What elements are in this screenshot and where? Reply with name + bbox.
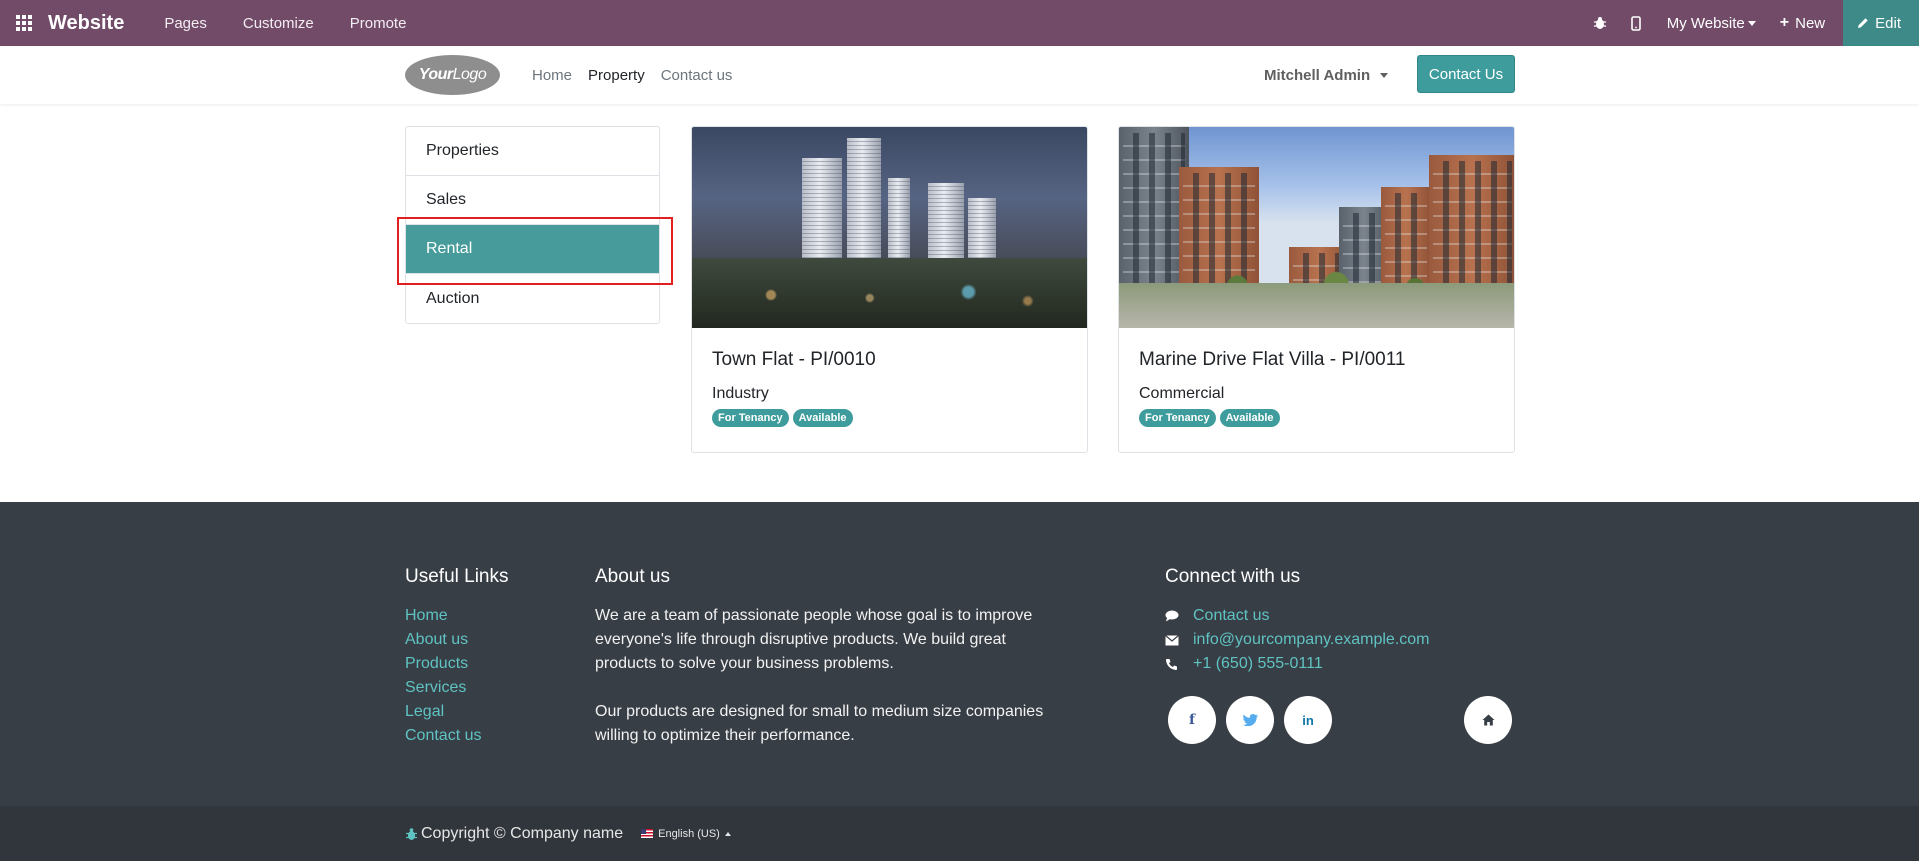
connect-section: Connect with us Contact us info@yourcomp… bbox=[1165, 566, 1515, 744]
about-paragraph-1: We are a team of passionate people whose… bbox=[595, 607, 1033, 672]
property-card[interactable]: Town Flat - PI/0010 Industry For Tenancy… bbox=[691, 126, 1088, 453]
logo-text-light: Logo bbox=[452, 66, 487, 83]
edit-label: Edit bbox=[1875, 14, 1901, 32]
footer-phone-link[interactable]: +1 (650) 555-0111 bbox=[1193, 652, 1323, 676]
chevron-up-icon bbox=[724, 831, 731, 836]
nav-property[interactable]: Property bbox=[588, 67, 645, 84]
property-category-list: Properties Sales Rental Auction bbox=[405, 126, 660, 324]
category-sales[interactable]: Sales bbox=[406, 176, 659, 225]
category-properties[interactable]: Properties bbox=[406, 127, 659, 176]
badge-status: Available bbox=[1219, 409, 1280, 427]
facebook-icon[interactable]: f bbox=[1168, 696, 1216, 744]
user-name: Mitchell Admin bbox=[1264, 66, 1371, 84]
apps-menu-icon[interactable] bbox=[0, 0, 48, 46]
site-header: Your Logo Home Property Contact us Mitche… bbox=[0, 46, 1919, 104]
footer-link-contact-us[interactable]: Contact us bbox=[405, 724, 509, 748]
footer-link-products[interactable]: Products bbox=[405, 652, 509, 676]
connect-title: Connect with us bbox=[1165, 566, 1301, 587]
category-rental[interactable]: Rental bbox=[406, 225, 659, 274]
useful-links-title: Useful Links bbox=[405, 566, 509, 587]
language-selector[interactable]: English (US) bbox=[641, 828, 731, 840]
footer-email-link[interactable]: info@yourcompany.example.com bbox=[1193, 628, 1430, 652]
property-card[interactable]: Marine Drive Flat Villa - PI/0011 Commer… bbox=[1118, 126, 1515, 453]
pencil-icon bbox=[1858, 18, 1868, 28]
property-type: Industry bbox=[712, 385, 769, 402]
footer-link-about-us[interactable]: About us bbox=[405, 628, 509, 652]
site-footer: Useful Links Home About us Products Serv… bbox=[0, 502, 1919, 806]
chevron-down-icon bbox=[1747, 20, 1756, 26]
property-title[interactable]: Town Flat - PI/0010 bbox=[712, 349, 1067, 371]
nav-home[interactable]: Home bbox=[532, 67, 572, 84]
debug-bug-icon[interactable] bbox=[1593, 16, 1607, 30]
nav-contact-us[interactable]: Contact us bbox=[661, 67, 733, 84]
admin-top-bar: Website Pages Customize Promote My Websi… bbox=[0, 0, 1919, 46]
about-paragraph-2: Our products are designed for small to m… bbox=[595, 703, 1044, 744]
category-auction[interactable]: Auction bbox=[406, 274, 659, 323]
user-menu[interactable]: Mitchell Admin bbox=[1264, 46, 1389, 104]
copyright-text: Copyright © Company name bbox=[421, 824, 624, 842]
plus-icon: + bbox=[1779, 14, 1790, 31]
contact-us-button[interactable]: Contact Us bbox=[1417, 55, 1515, 93]
phone-icon bbox=[1165, 658, 1193, 671]
company-logo[interactable]: Your Logo bbox=[405, 55, 500, 95]
property-image[interactable] bbox=[692, 127, 1087, 328]
language-label: English (US) bbox=[658, 827, 720, 840]
envelope-icon bbox=[1165, 634, 1193, 646]
property-image[interactable] bbox=[1119, 127, 1514, 328]
copyright-bug-icon bbox=[405, 827, 418, 841]
website-selector-label: My Website bbox=[1666, 14, 1745, 32]
us-flag-icon bbox=[641, 829, 654, 838]
new-label: New bbox=[1795, 14, 1826, 32]
footer-link-home[interactable]: Home bbox=[405, 604, 509, 628]
useful-links-section: Useful Links Home About us Products Serv… bbox=[405, 566, 509, 748]
badge-tenancy: For Tenancy bbox=[712, 409, 789, 427]
about-title: About us bbox=[595, 566, 670, 587]
chevron-down-icon bbox=[1380, 72, 1389, 78]
badge-status: Available bbox=[792, 409, 853, 427]
website-selector[interactable]: My Website bbox=[1667, 15, 1756, 32]
new-button[interactable]: + New bbox=[1780, 14, 1825, 32]
menu-customize[interactable]: Customize bbox=[243, 15, 314, 32]
about-section: About us We are a team of passionate peo… bbox=[595, 566, 1055, 748]
admin-brand[interactable]: Website bbox=[48, 12, 124, 35]
menu-promote[interactable]: Promote bbox=[350, 15, 407, 32]
edit-button[interactable]: Edit bbox=[1843, 0, 1919, 46]
footer-link-legal[interactable]: Legal bbox=[405, 700, 509, 724]
copyright-bar: Copyright © Company name English (US) bbox=[0, 806, 1919, 861]
menu-pages[interactable]: Pages bbox=[164, 15, 207, 32]
logo-text-bold: Your bbox=[418, 66, 453, 83]
property-type: Commercial bbox=[1139, 385, 1225, 402]
footer-contact-link[interactable]: Contact us bbox=[1193, 604, 1269, 628]
badge-tenancy: For Tenancy bbox=[1139, 409, 1216, 427]
twitter-icon[interactable] bbox=[1226, 696, 1274, 744]
property-title[interactable]: Marine Drive Flat Villa - PI/0011 bbox=[1139, 349, 1494, 371]
footer-link-services[interactable]: Services bbox=[405, 676, 509, 700]
main-nav: Home Property Contact us bbox=[532, 46, 748, 104]
chat-bubble-icon bbox=[1165, 610, 1193, 622]
linkedin-icon[interactable]: in bbox=[1284, 696, 1332, 744]
home-icon[interactable] bbox=[1464, 696, 1512, 744]
mobile-preview-icon[interactable] bbox=[1630, 15, 1641, 31]
